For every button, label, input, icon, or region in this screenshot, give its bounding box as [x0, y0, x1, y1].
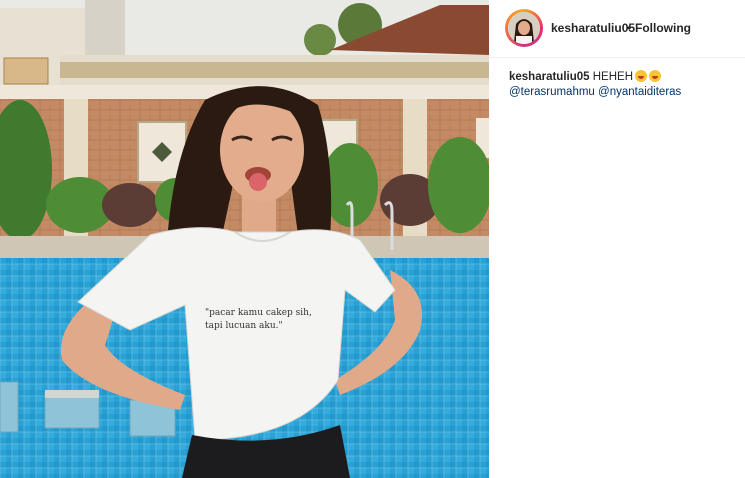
grinning-tongue-emoji-icon	[649, 70, 662, 82]
caption-username[interactable]: kesharatuliu05	[509, 71, 590, 83]
story-ring[interactable]	[505, 9, 543, 47]
separator-dot: •	[627, 21, 632, 35]
post-header: kesharatuliu05 • Following	[489, 0, 745, 58]
caption-text: HEHEH	[592, 71, 634, 83]
post-photo-canvas: "pacar kamu cakep sih, tapi lucuan aku."	[0, 0, 489, 478]
avatar[interactable]	[508, 12, 540, 44]
mention-link[interactable]: @nyantaiditeras	[598, 86, 681, 98]
mention-link[interactable]: @terasrumahmu	[509, 86, 595, 98]
following-button[interactable]: Following	[635, 21, 691, 35]
post-sidebar: kesharatuliu05 • Following kesharatuliu0…	[489, 0, 745, 478]
post-username[interactable]: kesharatuliu05	[551, 21, 635, 35]
post-caption: kesharatuliu05 HEHEH @terasrumahmu @nyan…	[509, 70, 737, 100]
shirt-text-line2: tapi lucuan aku."	[205, 321, 283, 331]
shirt-text-line1: "pacar kamu cakep sih,	[205, 308, 312, 318]
grinning-tongue-emoji-icon	[635, 70, 648, 82]
post-photo[interactable]: "pacar kamu cakep sih, tapi lucuan aku."	[0, 0, 489, 478]
